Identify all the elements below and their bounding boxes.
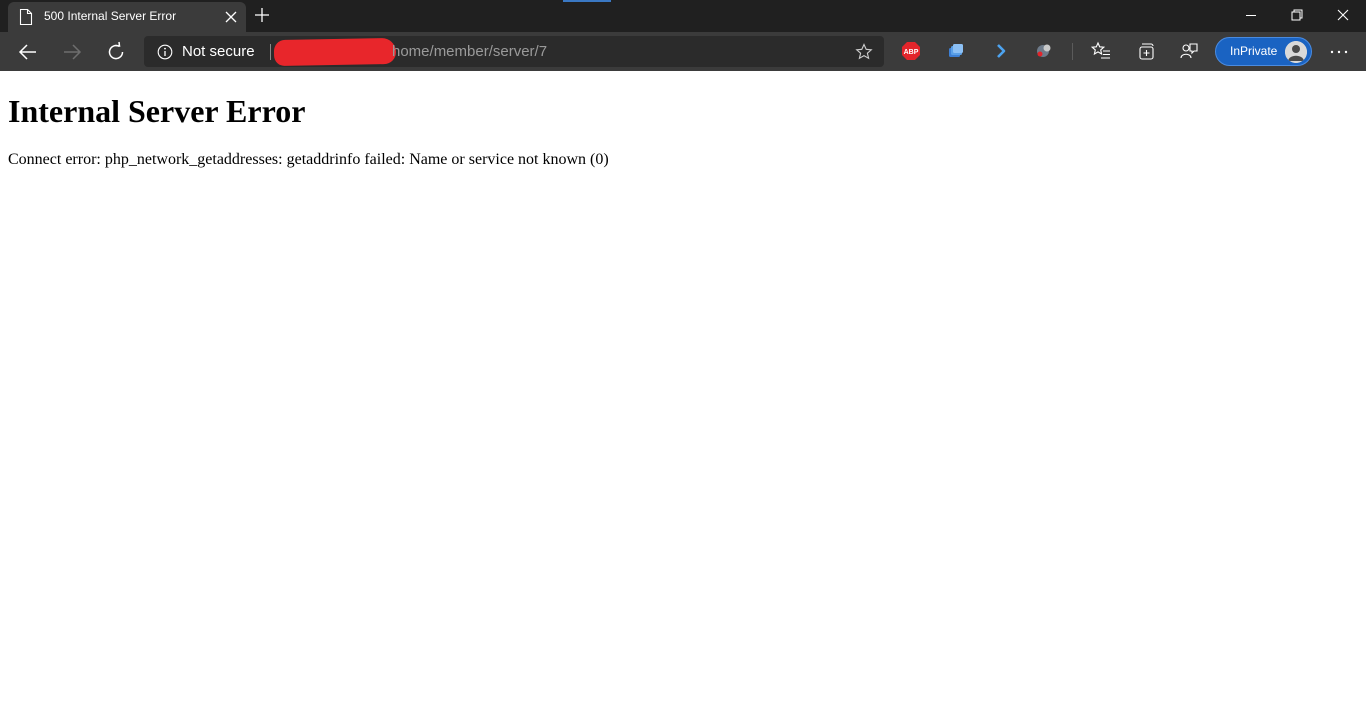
inprivate-label: InPrivate bbox=[1230, 44, 1278, 58]
title-bar: 500 Internal Server Error bbox=[0, 0, 1366, 32]
page-title: Internal Server Error bbox=[8, 93, 306, 129]
restore-icon[interactable] bbox=[1288, 6, 1306, 24]
close-tab-icon[interactable] bbox=[224, 10, 238, 24]
error-message: Connect error: php_network_getaddresses:… bbox=[8, 151, 609, 168]
close-window-icon[interactable] bbox=[1334, 6, 1352, 24]
svg-text:ABP: ABP bbox=[904, 49, 919, 56]
extension-stack-icon[interactable] bbox=[946, 41, 966, 61]
page-icon bbox=[19, 9, 33, 25]
refresh-icon[interactable] bbox=[105, 41, 127, 63]
url-path-text[interactable]: home/member/server/7 bbox=[392, 43, 547, 60]
redacted-domain-mark bbox=[273, 37, 397, 67]
address-divider bbox=[270, 44, 271, 60]
browser-toolbar: Not secure home/member/server/7 ABP InPr… bbox=[0, 32, 1366, 71]
feedback-icon[interactable] bbox=[1179, 41, 1199, 61]
collections-icon[interactable] bbox=[1136, 41, 1156, 61]
security-status-label[interactable]: Not secure bbox=[182, 43, 255, 60]
info-icon[interactable] bbox=[157, 44, 173, 60]
forward-arrow-icon[interactable] bbox=[61, 41, 83, 63]
back-arrow-icon[interactable] bbox=[17, 41, 39, 63]
more-options-icon[interactable] bbox=[1328, 41, 1350, 63]
minimize-icon[interactable] bbox=[1242, 6, 1260, 24]
add-favorite-star-icon[interactable] bbox=[855, 43, 873, 61]
avatar bbox=[1285, 41, 1307, 63]
chevron-right-icon[interactable] bbox=[991, 41, 1011, 61]
drag-indicator bbox=[563, 0, 611, 2]
inprivate-profile-button[interactable]: InPrivate bbox=[1215, 37, 1312, 66]
puzzle-extension-icon[interactable] bbox=[1034, 41, 1054, 61]
address-bar[interactable]: Not secure home/member/server/7 bbox=[144, 36, 884, 67]
active-tab[interactable]: 500 Internal Server Error bbox=[8, 2, 246, 32]
tab-title: 500 Internal Server Error bbox=[44, 9, 177, 23]
adblock-plus-icon[interactable]: ABP bbox=[901, 41, 921, 61]
person-icon bbox=[1285, 41, 1307, 63]
new-tab-icon[interactable] bbox=[254, 7, 270, 23]
favorites-icon[interactable] bbox=[1091, 41, 1111, 61]
toolbar-divider bbox=[1072, 43, 1073, 60]
